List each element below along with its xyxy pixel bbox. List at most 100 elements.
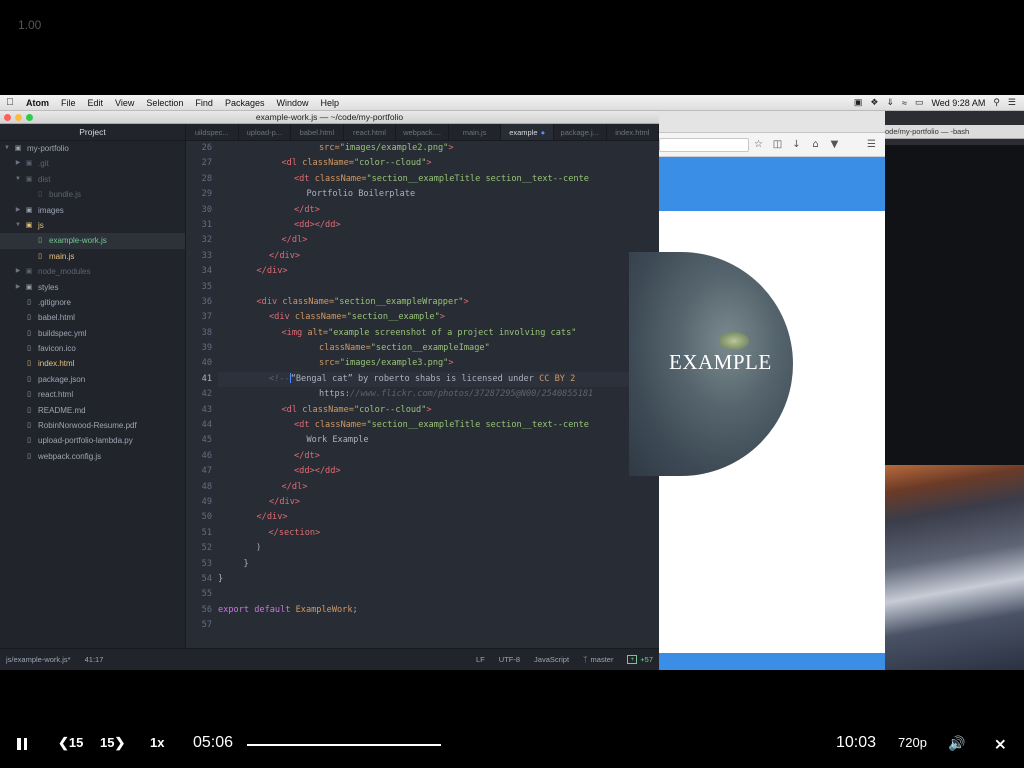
menu-help[interactable]: Help — [314, 98, 345, 108]
home-icon[interactable]: ⌂ — [806, 139, 825, 150]
hamburger-menu-icon[interactable]: ☰ — [862, 139, 881, 150]
tree-item[interactable]: ▼ ▣ js — [0, 218, 185, 233]
tree-item[interactable]: ▼ ▣ my-portfolio — [0, 141, 185, 156]
tree-item[interactable]: ▯ favicon.ico — [0, 341, 185, 356]
code-line[interactable]: <dl className="color--cloud"> — [218, 156, 659, 171]
code-line[interactable]: className="section__exampleImage" — [218, 341, 659, 356]
status-git-diff[interactable]: +57 — [640, 655, 653, 664]
tree-item[interactable]: ▯ index.html — [0, 356, 185, 371]
code-line[interactable] — [218, 587, 659, 602]
skip-forward-button[interactable]: 15❯ — [100, 735, 125, 751]
menu-file[interactable]: File — [55, 98, 82, 108]
apple-icon[interactable]:  — [0, 97, 20, 108]
code-line[interactable]: ) — [218, 541, 659, 556]
status-grammar[interactable]: JavaScript — [534, 655, 569, 664]
menu-packages[interactable]: Packages — [219, 98, 271, 108]
menubar-clock[interactable]: Wed 9:28 AM — [931, 98, 985, 108]
editor-tab[interactable]: webpack.... — [396, 124, 449, 140]
video-status-icon[interactable]: ▣ — [854, 97, 863, 108]
code-line[interactable]: </div> — [218, 510, 659, 525]
dropbox-icon[interactable]: ❖ — [870, 97, 878, 108]
code-line[interactable]: <dt className="section__exampleTitle sec… — [218, 418, 659, 433]
editor-tab[interactable]: upload-p... — [239, 124, 292, 140]
code-line[interactable]: </div> — [218, 495, 659, 510]
tree-item[interactable]: ▶ ▣ node_modules — [0, 264, 185, 279]
url-bar[interactable] — [659, 137, 749, 152]
tree-item[interactable]: ▯ example-work.js — [0, 233, 185, 249]
status-line-ending[interactable]: LF — [476, 655, 485, 664]
code-line[interactable]: </div> — [218, 264, 659, 279]
code-line[interactable]: } — [218, 557, 659, 572]
tree-item[interactable]: ▶ ▣ images — [0, 203, 185, 218]
tree-item[interactable]: ▶ ▣ .git — [0, 156, 185, 171]
code-line[interactable]: export default ExampleWork; — [218, 603, 659, 618]
code-line[interactable]: <dl className="color--cloud"> — [218, 403, 659, 418]
code-line[interactable]: Portfolio Boilerplate — [218, 187, 659, 202]
code-line[interactable]: <!--“Bengal cat” by roberto shabs is lic… — [218, 371, 659, 388]
status-encoding[interactable]: UTF-8 — [499, 655, 520, 664]
editor-tab[interactable]: main.js — [449, 124, 502, 140]
code-line[interactable]: src="images/example3.png"> — [218, 356, 659, 371]
code-line[interactable]: } — [218, 572, 659, 587]
tree-item[interactable]: ▼ ▣ dist — [0, 172, 185, 187]
code-line[interactable]: </dl> — [218, 233, 659, 248]
code-line[interactable]: <dd></dd> — [218, 218, 659, 233]
menu-app-atom[interactable]: Atom — [20, 98, 55, 108]
playback-rate-button[interactable]: 1x — [150, 735, 164, 750]
menu-view[interactable]: View — [109, 98, 140, 108]
menu-selection[interactable]: Selection — [140, 98, 189, 108]
code-line[interactable]: </dt> — [218, 449, 659, 464]
maximize-window-button[interactable] — [26, 113, 33, 121]
editor-tab[interactable]: index.html — [607, 124, 660, 140]
download-arrow-icon[interactable]: ↓ — [787, 139, 806, 150]
atom-titlebar[interactable]: example-work.js — ~/code/my-portfolio — [0, 111, 659, 124]
status-file-path[interactable]: js/example-work.js* — [6, 655, 71, 664]
notification-list-icon[interactable]: ☰ — [1008, 97, 1016, 108]
tree-item[interactable]: ▯ main.js — [0, 249, 185, 264]
tree-item[interactable]: ▶ ▣ styles — [0, 280, 185, 295]
progress-bar[interactable] — [247, 744, 441, 746]
editor-tab[interactable]: package.j... — [554, 124, 607, 140]
tree-item[interactable]: ▯ package.json — [0, 372, 185, 387]
terminal-window-title[interactable]: ode/my-portfolio — -bash — [885, 125, 1024, 139]
code-line[interactable]: </section> — [218, 526, 659, 541]
code-line[interactable]: </dt> — [218, 203, 659, 218]
tree-item[interactable]: ▯ buildspec.yml — [0, 326, 185, 341]
code-line[interactable]: </dl> — [218, 480, 659, 495]
tree-item[interactable]: ▯ RobinNorwood-Resume.pdf — [0, 418, 185, 433]
tree-item[interactable]: ▯ .gitignore — [0, 295, 185, 310]
editor-tab[interactable]: example ● — [501, 124, 554, 140]
tree-item[interactable]: ▯ webpack.config.js — [0, 449, 185, 464]
tree-item[interactable]: ▯ upload-portfolio-lambda.py — [0, 433, 185, 448]
browser-tab-bar[interactable] — [659, 111, 885, 133]
code-line[interactable]: <dd></dd> — [218, 464, 659, 479]
status-cursor-position[interactable]: 41:17 — [85, 655, 104, 664]
code-line[interactable] — [218, 618, 659, 633]
menu-window[interactable]: Window — [270, 98, 314, 108]
search-icon[interactable]: ⚲ — [993, 97, 1000, 108]
bookmark-star-icon[interactable]: ☆ — [749, 139, 768, 150]
clipboard-icon[interactable]: ◫ — [768, 139, 787, 150]
code-line[interactable] — [218, 280, 659, 295]
code-line[interactable]: <div className="section__example"> — [218, 310, 659, 325]
editor-tab[interactable]: babel.html — [291, 124, 344, 140]
code-line[interactable]: Work Example — [218, 433, 659, 448]
close-window-button[interactable] — [4, 113, 11, 121]
editor-tab[interactable]: react.html — [344, 124, 397, 140]
code-line[interactable]: </div> — [218, 249, 659, 264]
code-area[interactable]: src="images/example2.png"> <dl className=… — [218, 141, 659, 634]
menu-edit[interactable]: Edit — [82, 98, 110, 108]
tree-item[interactable]: ▯ README.md — [0, 403, 185, 418]
wifi-icon[interactable]: ≈ — [902, 98, 907, 108]
menu-find[interactable]: Find — [189, 98, 219, 108]
code-line[interactable]: src="images/example2.png"> — [218, 141, 659, 156]
minimize-window-button[interactable] — [15, 113, 22, 121]
volume-icon[interactable]: 🔊 — [948, 735, 965, 752]
code-line[interactable]: https://www.flickr.com/photos/37287295@N… — [218, 387, 659, 402]
status-git-branch[interactable]: master — [591, 655, 614, 664]
airplay-icon[interactable]: ▭ — [915, 97, 924, 108]
code-line[interactable]: <div className="section__exampleWrapper"… — [218, 295, 659, 310]
skip-back-button[interactable]: ❮15 — [58, 735, 83, 751]
editor-tab[interactable]: uildspec... — [186, 124, 239, 140]
tree-item[interactable]: ▯ bundle.js — [0, 187, 185, 202]
